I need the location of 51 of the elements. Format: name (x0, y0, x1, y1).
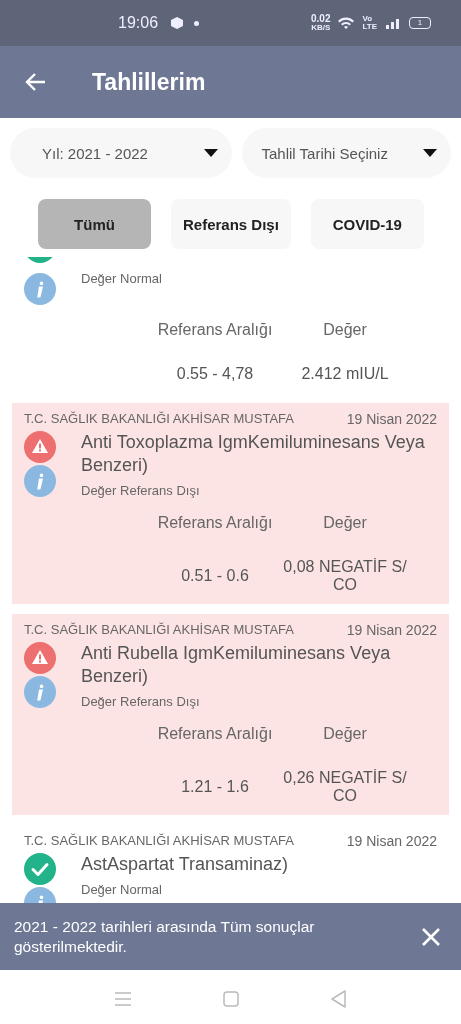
page-title: Tahlillerim (92, 68, 206, 96)
caret-icon (203, 149, 218, 157)
warning-icon (24, 642, 56, 674)
back-triangle-icon[interactable] (328, 988, 349, 1009)
cube-icon (170, 16, 185, 30)
reference-range: 1.21 - 1.6 (180, 778, 250, 796)
result-date: 19 Nisan 2022 (346, 622, 437, 638)
column-label: Değer (322, 725, 368, 743)
test-name: AstAspartat Transaminaz) (81, 853, 290, 876)
notification-dot-icon (194, 20, 200, 26)
caret-icon (423, 149, 437, 157)
dropdown[interactable]: Tahlil Tarihi Seçiniz (241, 128, 451, 178)
result-value: 0,26 NEGATİF S/ CO (282, 769, 408, 805)
check-icon (24, 853, 56, 885)
info-icon[interactable] (24, 676, 56, 708)
snackbar-message: 2021 - 2022 tarihleri arasında Tüm sonuçlar gösterilmektedir. (14, 916, 316, 957)
status-note: Değer Referans Dışı (81, 483, 201, 498)
status-note: Değer Normal (81, 882, 163, 897)
column-label: Referans Aralığı (156, 514, 274, 532)
test-name: Anti Rubella IgmKemiluminesans Veya Benzeri) (81, 642, 392, 688)
result-value: 2.412 mIU/L (300, 365, 390, 383)
filter-tab[interactable]: Referans Dışı (171, 199, 291, 249)
hospital-name: T.C. SAĞLIK BAKANLIĞI AKHİSAR MUSTAFA (24, 833, 294, 849)
test-name: Anti Toxoplazma IgmKemiluminesans Veya Benzeri) (81, 431, 426, 477)
signal-icon (384, 16, 402, 30)
hospital-name: T.C. SAĞLIK BAKANLIĞI AKHİSAR MUSTAFA (24, 622, 294, 638)
reference-range: 0.55 - 4,78 (175, 365, 255, 383)
info-icon[interactable] (24, 273, 56, 305)
hospital-name: T.C. SAĞLIK BAKANLIĞI AKHİSAR MUSTAFA (24, 411, 294, 427)
battery-icon: 1 (409, 17, 431, 29)
filter-tab[interactable]: Tümü (38, 199, 151, 249)
result-date: 19 Nisan 2022 (346, 411, 437, 427)
home-icon[interactable] (220, 988, 241, 1009)
volte-label: Vo LTE (362, 15, 377, 31)
network-speed: 0.02 KB/S (311, 14, 331, 32)
column-label: Değer (322, 514, 368, 532)
filter-tab[interactable]: COVID-19 (310, 199, 424, 249)
close-icon[interactable] (421, 926, 441, 947)
reference-range: 0.51 - 0.6 (180, 567, 250, 585)
dropdown[interactable]: Yıl: 2021 - 2022 (10, 128, 232, 178)
column-label: Değer (322, 321, 368, 339)
status-note: Değer Normal (81, 271, 163, 286)
result-value: 0,08 NEGATİF S/ CO (282, 558, 408, 594)
info-icon[interactable] (24, 465, 56, 497)
warning-icon (24, 431, 56, 463)
clock: 19:06 (118, 14, 159, 32)
wifi-icon (337, 16, 356, 30)
column-label: Referans Aralığı (156, 725, 274, 743)
column-label: Referans Aralığı (156, 321, 274, 339)
status-note: Değer Referans Dışı (81, 694, 201, 709)
result-date: 19 Nisan 2022 (346, 833, 437, 849)
